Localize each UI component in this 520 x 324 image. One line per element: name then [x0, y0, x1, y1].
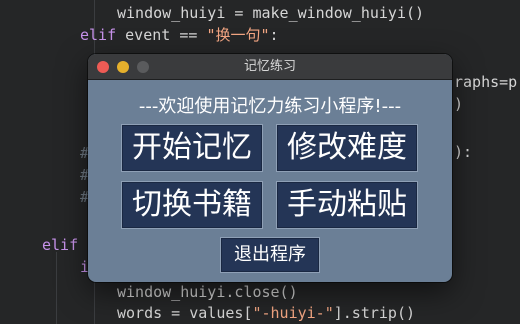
- code-line: window_huiyi = make_window_huiyi(): [117, 4, 425, 22]
- change-difficulty-button[interactable]: 修改难度: [276, 124, 418, 172]
- code-fragment: ): [454, 95, 464, 113]
- exit-program-button[interactable]: 退出程序: [220, 237, 320, 273]
- start-memorizing-button[interactable]: 开始记忆: [121, 124, 263, 172]
- keyword: elif: [80, 26, 117, 44]
- string-literal: "-huiyi-": [252, 304, 334, 322]
- window-content: ---欢迎使用记忆力练习小程序!--- 开始记忆 修改难度 切换书籍 手动粘贴 …: [88, 80, 452, 282]
- code-text: words = values[: [117, 304, 253, 322]
- memory-practice-window: 记忆练习 ---欢迎使用记忆力练习小程序!--- 开始记忆 修改难度 切换书籍 …: [88, 54, 452, 282]
- code-text: event ==: [116, 26, 207, 44]
- code-fragment: ):: [454, 143, 473, 161]
- string-literal: "换一句": [206, 26, 270, 44]
- manual-paste-button[interactable]: 手动粘贴: [276, 181, 418, 229]
- code-line: words = values["-huiyi-"].strip(): [117, 303, 415, 323]
- code-line: window_huiyi.close(): [117, 283, 298, 301]
- indent-guide: [56, 252, 57, 324]
- code-line: elif event == "换一句":: [80, 25, 279, 45]
- window-title: 记忆练习: [243, 59, 296, 74]
- keyword: elif: [42, 236, 79, 254]
- code-fragment: raphs=p: [454, 73, 518, 91]
- switch-book-button[interactable]: 切换书籍: [121, 181, 263, 229]
- code-text: :: [269, 26, 279, 44]
- code-text: ].strip(): [333, 304, 416, 322]
- title-bar[interactable]: 记忆练习: [88, 54, 452, 80]
- welcome-text: ---欢迎使用记忆力练习小程序!---: [138, 96, 402, 117]
